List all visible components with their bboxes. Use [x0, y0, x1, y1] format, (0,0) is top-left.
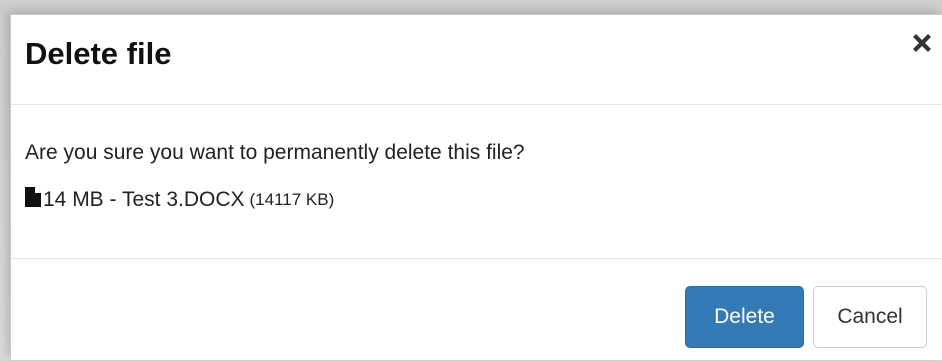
dialog-header: Delete file	[11, 15, 942, 105]
dialog-title: Delete file	[25, 36, 172, 71]
dialog-footer: Delete Cancel	[11, 259, 942, 361]
close-button[interactable]	[912, 27, 938, 57]
delete-button[interactable]: Delete	[685, 286, 804, 348]
cancel-button[interactable]: Cancel	[813, 286, 927, 348]
dialog-body: Are you sure you want to permanently del…	[11, 105, 942, 259]
file-size: (14117 KB)	[249, 190, 335, 209]
file-info: 14 MB - Test 3.DOCX (14117 KB)	[25, 187, 334, 213]
confirmation-message: Are you sure you want to permanently del…	[25, 141, 525, 164]
file-name: 14 MB - Test 3.DOCX	[43, 188, 245, 211]
delete-file-dialog: Delete file Are you sure you want to per…	[10, 14, 942, 360]
file-icon	[25, 187, 41, 213]
close-icon	[912, 27, 938, 57]
